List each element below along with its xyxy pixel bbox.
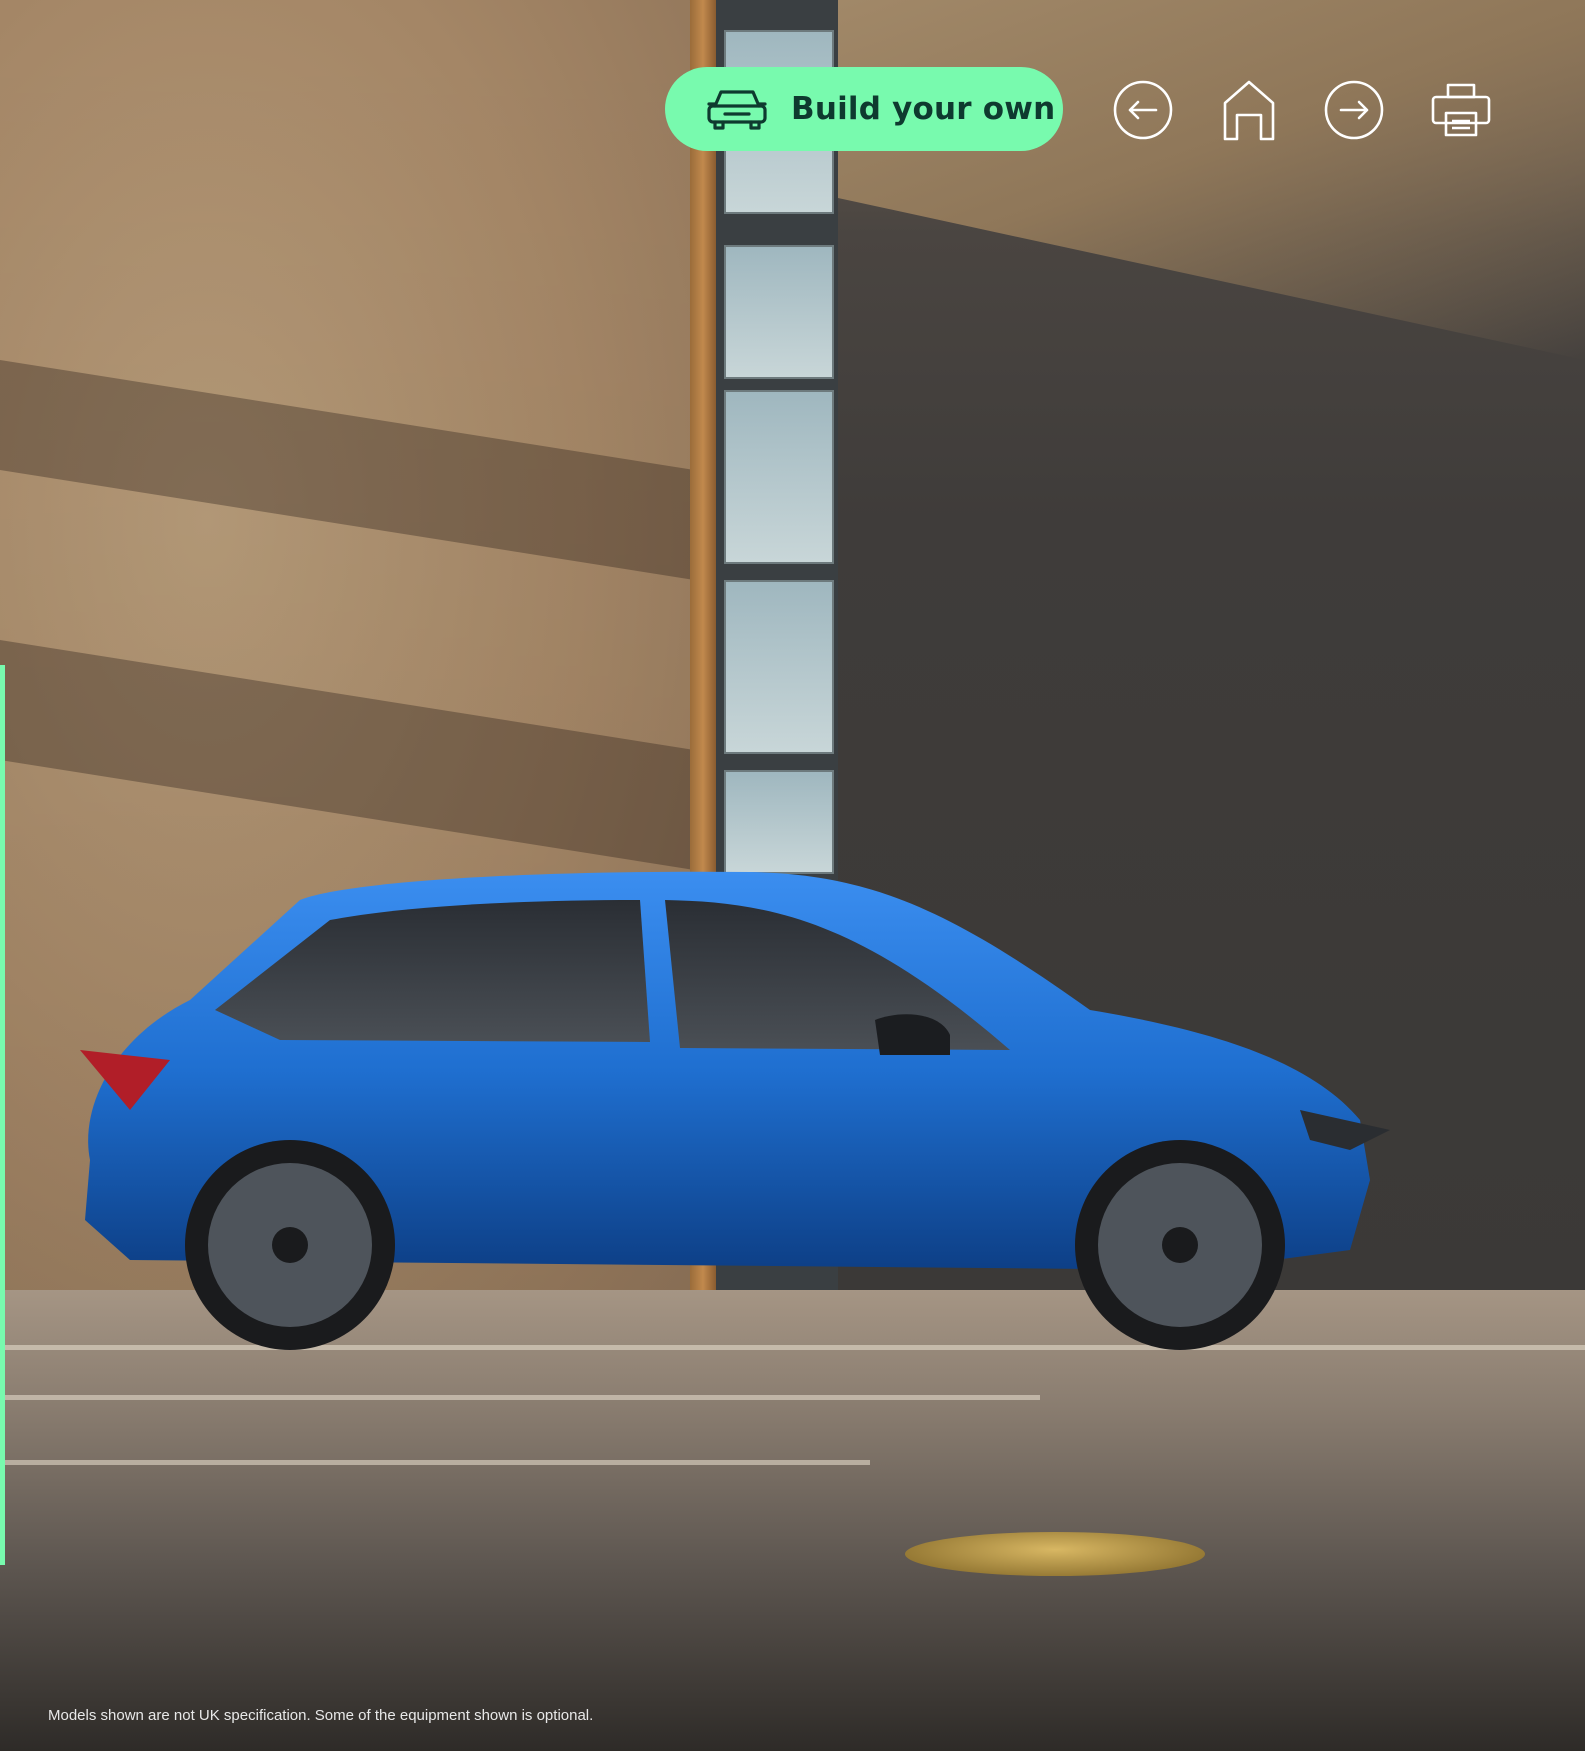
window-pane (724, 770, 834, 874)
car-front-wheel (1075, 1140, 1285, 1350)
car-front-icon (707, 90, 767, 130)
arrow-right-circle-icon (1324, 80, 1384, 140)
home-icon (1223, 80, 1275, 141)
window-pane (724, 390, 834, 564)
arrow-left-circle-icon (1113, 80, 1173, 140)
floor-marking (0, 1395, 1040, 1400)
window-pane (724, 245, 834, 379)
home-button[interactable] (1218, 79, 1280, 141)
printer-icon (1431, 83, 1491, 137)
forward-button[interactable] (1323, 79, 1385, 141)
print-button[interactable] (1430, 79, 1492, 141)
disclaimer-text: Models shown are not UK specification. S… (48, 1707, 594, 1724)
speed-bump (905, 1532, 1205, 1576)
car-image (80, 871, 1390, 1350)
floor (0, 1290, 1585, 1751)
back-button[interactable] (1112, 79, 1174, 141)
build-your-own-button[interactable]: Build your own (665, 67, 1063, 151)
car-rear-wheel (185, 1140, 395, 1350)
accent-edge (0, 665, 5, 1565)
hero-photo (0, 0, 1585, 1751)
window-pane (724, 580, 834, 754)
build-your-own-label: Build your own (791, 91, 1056, 127)
floor-marking (0, 1460, 870, 1465)
